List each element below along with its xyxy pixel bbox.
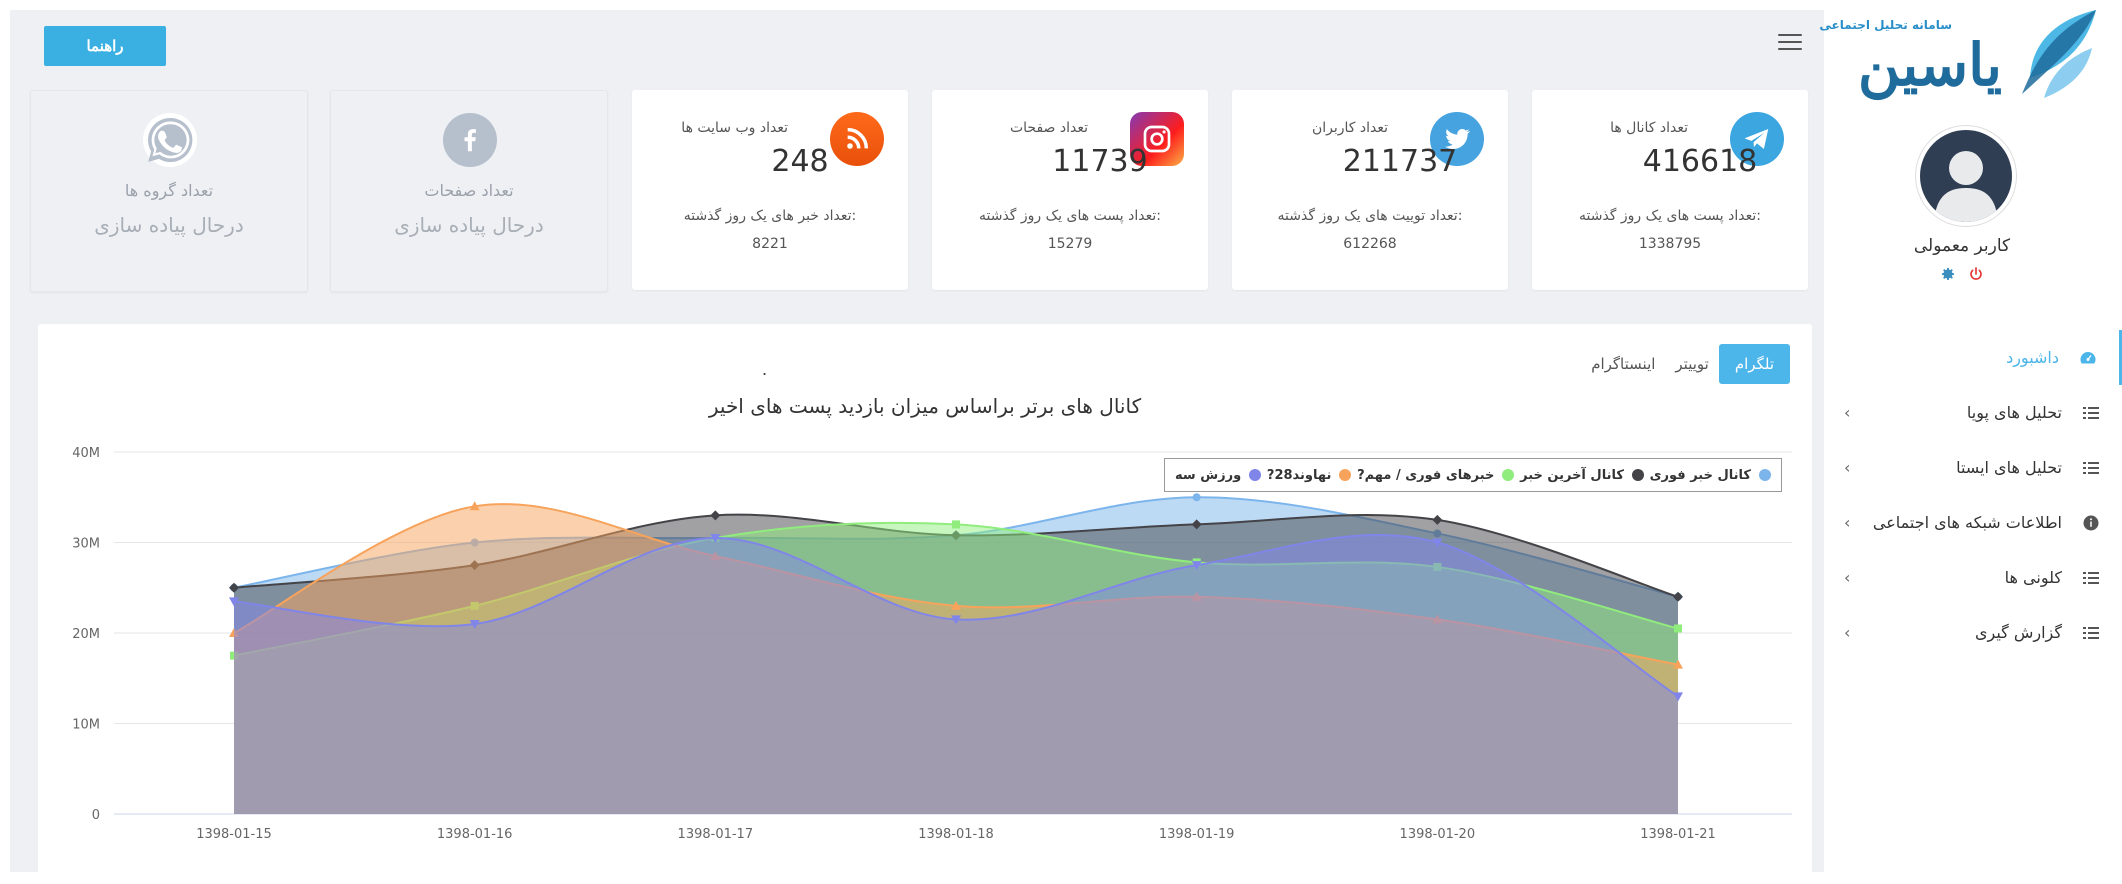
legend-label: ?نهاوند28 [1266,467,1332,483]
chevron-left-icon: ‹ [1844,513,1851,532]
card-sub-label: تعداد پست های یک روز گذشته: [1578,208,1761,224]
leaf-logo-icon [2022,10,2096,98]
legend-item[interactable]: ورزش سه [1175,467,1262,483]
sidebar-item-social-info[interactable]: اطلاعات شبکه های اجتماعی ‹ [1824,495,2122,550]
card-value: 248 [771,144,829,179]
card-sub-value: 612268 [1343,236,1397,252]
card-whatsapp-disabled: تعداد گروه ها درحال پیاده سازی [30,90,308,292]
x-tick-label: 1398-01-17 [678,827,754,842]
y-tick-label: 40M [72,446,100,461]
x-tick-label: 1398-01-16 [437,827,513,842]
sidebar-item-label: تحلیل های ایستا [1956,458,2062,477]
legend-label: ?خبرهای فوری / مهم [1357,467,1495,483]
card-status: درحال پیاده سازی [94,213,244,237]
x-tick-label: 1398-01-19 [1159,827,1235,842]
sidebar-item-label: کلونی ها [2004,568,2062,587]
legend-label: ورزش سه [1175,467,1242,483]
sidebar-item-label: گزارش گیری [1974,623,2062,642]
chevron-left-icon: ‹ [1844,568,1851,587]
data-point [952,520,960,529]
sidebar-item-colonies[interactable]: کلونی ها ‹ [1824,550,2122,605]
sidebar-item-reporting[interactable]: گزارش گیری ‹ [1824,605,2122,660]
legend-label: کانال خبر فوری [1649,467,1751,483]
data-point [1192,493,1201,502]
card-title: تعداد کاربران [1311,120,1388,136]
whatsapp-icon [143,113,197,167]
legend-item[interactable]: ?خبرهای فوری / مهم [1357,467,1515,483]
card-sub-label: تعداد خبر های یک روز گذشته: [683,208,857,224]
chevron-left-icon: ‹ [1844,623,1851,642]
legend-swatch [1249,469,1262,481]
legend-item[interactable]: ?نهاوند28 [1266,467,1352,483]
card-websites: تعداد وب سایت ها 248 تعداد خبر های یک رو… [632,90,908,290]
card-value: 11739 [1052,144,1148,179]
card-sub-label: تعداد پست های یک روز گذشته: [978,208,1161,224]
sidebar: سامانه تحلیل اجتماعی یاسین کاربر معمولی … [1819,0,2122,882]
power-icon[interactable] [1968,266,1984,286]
card-users: تعداد کاربران 211737 تعداد توییت های یک … [1232,90,1508,290]
card-status: درحال پیاده سازی [394,213,544,237]
user-actions [1824,266,2100,286]
list-icon [2082,624,2100,642]
card-sub-value: 8221 [752,236,788,252]
x-tick-label: 1398-01-18 [918,827,994,842]
area-chart: 0 10M 20M 30M 40M 1398-01-15 1398-01-16 1398-01… [72,446,1792,842]
chart-panel: تلگرام توییتر اینستاگرام . کانال های برت… [38,324,1812,884]
logo-title: یاسین [1857,31,2002,99]
sidebar-item-static-analysis[interactable]: تحلیل های ایستا ‹ [1824,440,2122,495]
card-value: 211737 [1342,144,1458,179]
sidebar-item-label: داشبورد [2006,348,2059,367]
sidebar-menu: داشبورد تحلیل های پویا ‹ تحلیل های ایستا… [1824,330,2122,660]
y-tick-label: 10M [72,718,100,733]
facebook-icon [443,113,497,167]
legend-item[interactable]: کانال خبر فوری [1650,468,1771,483]
x-tick-label: 1398-01-15 [196,827,272,842]
card-title: تعداد صفحات [1009,120,1088,136]
card-sub-label: تعداد توییت های یک روز گذشته: [1277,208,1463,224]
main-area: راهنما تعداد کانال ها 416618 تعداد پست ه… [10,10,1824,884]
card-title: تعداد کانال ها [1610,120,1688,136]
card-title: تعداد گروه ها [124,181,214,200]
y-tick-label: 0 [92,808,100,823]
legend-swatch [1502,469,1515,481]
card-title: تعداد وب سایت ها [681,120,788,136]
x-tick-label: 1398-01-21 [1640,827,1716,842]
logo: سامانه تحلیل اجتماعی یاسین [1819,8,2102,100]
card-facebook-disabled: تعداد صفحات درحال پیاده سازی [330,90,608,292]
gear-icon[interactable] [1940,266,1956,286]
y-tick-label: 20M [72,627,100,642]
info-icon [2082,514,2100,532]
avatar[interactable] [1916,126,2016,226]
legend-label: کانال آخرین خبر [1520,467,1624,483]
card-sub-value: 1338795 [1638,236,1702,252]
card-sub-value: 15279 [1047,236,1093,252]
chevron-left-icon: ‹ [1844,458,1851,477]
legend-swatch [1339,469,1352,481]
list-icon [2082,569,2100,587]
hamburger-icon[interactable] [1778,34,1802,54]
legend-item[interactable]: کانال آخرین خبر [1520,468,1644,483]
help-button[interactable]: راهنما [44,26,166,66]
sidebar-item-dynamic-analysis[interactable]: تحلیل های پویا ‹ [1824,385,2122,440]
card-title: تعداد صفحات [424,181,514,200]
legend-swatch [1631,469,1644,481]
chevron-left-icon: ‹ [1844,403,1851,422]
dashboard-icon [2079,349,2097,367]
chart-legend: کانال خبر فوری کانال آخرین خبر ?خبرهای ف… [1164,458,1782,492]
card-channels: تعداد کانال ها 416618 تعداد پست های یک ر… [1532,90,1808,290]
x-tick-label: 1398-01-20 [1400,827,1476,842]
data-point [1674,624,1682,633]
logo-subtitle: سامانه تحلیل اجتماعی [1819,18,1952,32]
sidebar-item-label: اطلاعات شبکه های اجتماعی [1872,513,2062,532]
list-icon [2082,404,2100,422]
sidebar-item-label: تحلیل های پویا [1966,403,2062,422]
card-pages: تعداد صفحات 11739 تعداد پست های یک روز گ… [932,90,1208,290]
list-icon [2082,459,2100,477]
legend-swatch [1758,469,1771,481]
sidebar-item-dashboard[interactable]: داشبورد [1824,330,2122,385]
username: کاربر معمولی [1913,236,2011,256]
y-tick-label: 30M [72,537,100,552]
card-value: 416618 [1642,144,1758,179]
